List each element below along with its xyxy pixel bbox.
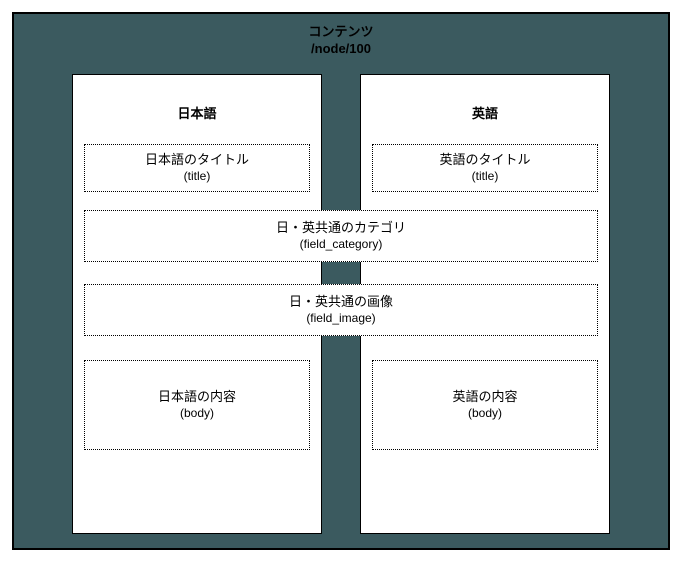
title-field-english: 英語のタイトル (title) — [372, 144, 598, 192]
body-field-english-label: 英語の内容 — [373, 389, 597, 406]
header-path: /node/100 — [14, 41, 668, 58]
shared-image-field: 日・英共通の画像 (field_image) — [84, 284, 598, 336]
body-field-japanese: 日本語の内容 (body) — [84, 360, 310, 450]
body-field-japanese-name: (body) — [85, 406, 309, 422]
content-container: コンテンツ /node/100 日本語 英語 日本語のタイトル (title) … — [12, 12, 670, 550]
body-field-japanese-label: 日本語の内容 — [85, 389, 309, 406]
title-field-japanese: 日本語のタイトル (title) — [84, 144, 310, 192]
shared-category-label: 日・英共通のカテゴリ — [85, 220, 597, 237]
diagram-header: コンテンツ /node/100 — [14, 24, 668, 58]
shared-category-name: (field_category) — [85, 237, 597, 253]
shared-category-field: 日・英共通のカテゴリ (field_category) — [84, 210, 598, 262]
body-field-english: 英語の内容 (body) — [372, 360, 598, 450]
title-field-japanese-name: (title) — [85, 169, 309, 185]
column-japanese-heading: 日本語 — [73, 103, 321, 122]
title-field-english-label: 英語のタイトル — [373, 152, 597, 169]
shared-image-name: (field_image) — [85, 311, 597, 327]
header-title: コンテンツ — [14, 24, 668, 41]
title-field-japanese-label: 日本語のタイトル — [85, 152, 309, 169]
shared-image-label: 日・英共通の画像 — [85, 294, 597, 311]
column-english-heading: 英語 — [361, 103, 609, 122]
body-field-english-name: (body) — [373, 406, 597, 422]
title-field-english-name: (title) — [373, 169, 597, 185]
diagram-canvas: コンテンツ /node/100 日本語 英語 日本語のタイトル (title) … — [0, 0, 682, 562]
